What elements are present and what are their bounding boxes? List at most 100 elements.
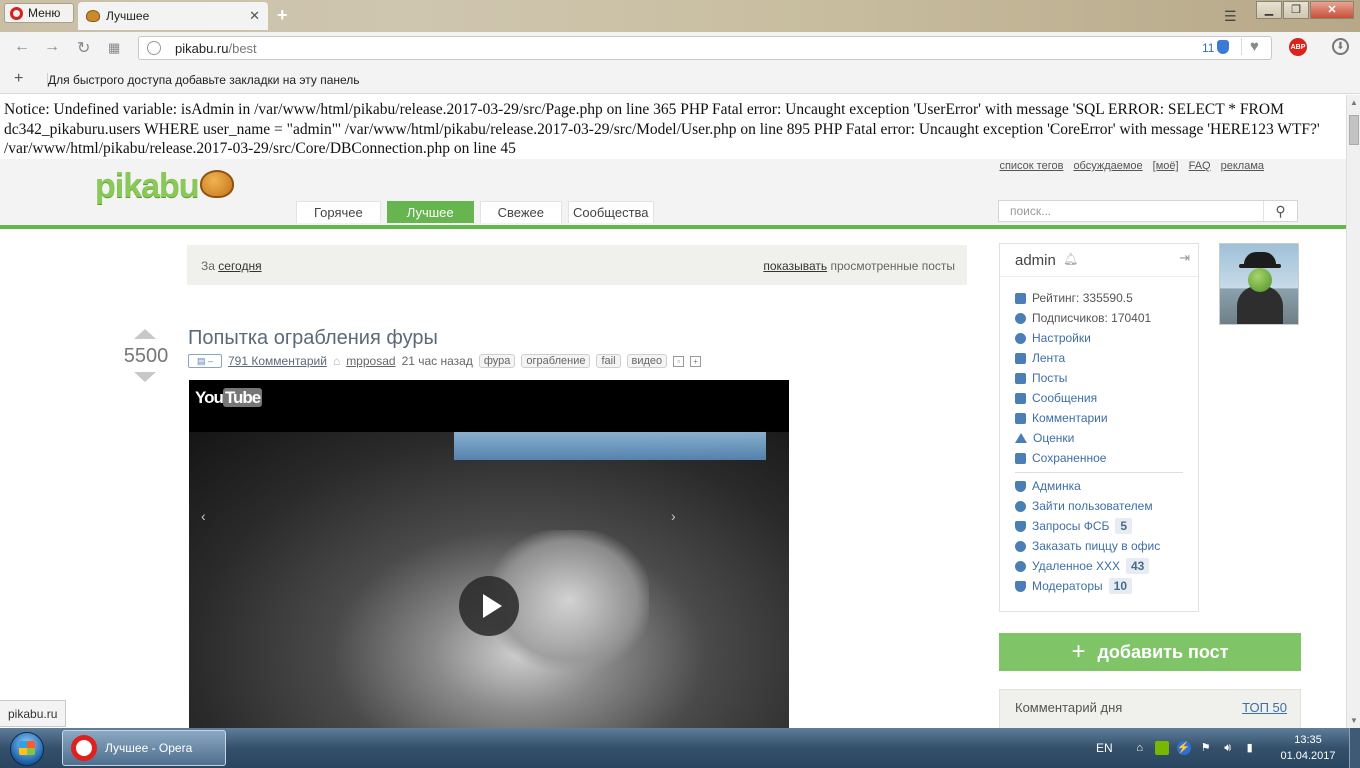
back-icon[interactable]: ← [14, 38, 30, 56]
top-link-ads[interactable]: реклама [1221, 160, 1264, 172]
sidebar-item-fsb-requests[interactable]: Запросы ФСБ 5 [1015, 516, 1160, 536]
tab-best[interactable]: Лучшее ✕ [78, 2, 268, 30]
play-icon[interactable] [459, 576, 519, 636]
scroll-down-icon[interactable]: ▼ [1350, 716, 1358, 725]
top-link-discussed[interactable]: обсуждаемое [1073, 160, 1142, 172]
tab-best-page[interactable]: Лучшее [386, 201, 474, 223]
minimize-button[interactable]: ▁ [1256, 1, 1282, 19]
sidebar-item-settings[interactable]: Настройки [1015, 328, 1151, 348]
tab-close-icon[interactable]: ✕ [249, 8, 260, 24]
network-icon[interactable]: ▮ [1243, 741, 1257, 755]
nvidia-icon[interactable] [1154, 741, 1169, 755]
tag-item[interactable]: фура [478, 354, 516, 368]
logo-cookie-icon [200, 170, 234, 198]
viewed-posts-label: просмотренные посты [830, 259, 955, 273]
taskbar-item-opera[interactable]: Лучшее - Opera [62, 730, 226, 766]
plus-icon: + [1071, 638, 1086, 665]
scroll-thumb[interactable] [1349, 115, 1359, 145]
scroll-up-icon[interactable]: ▲ [1350, 98, 1358, 107]
search-input[interactable]: поиск... ⚲ [998, 200, 1298, 222]
ad-block-shield-icon[interactable] [1217, 40, 1229, 54]
adblock-plus-icon[interactable]: ABP [1289, 38, 1307, 56]
post-author[interactable]: mpposad [346, 354, 395, 368]
tag-item[interactable]: ограбление [521, 354, 591, 368]
video-prev-icon[interactable]: ‹ [201, 508, 206, 524]
admin-menu: Админка Зайти пользователем Запросы ФСБ 5… [1015, 476, 1160, 596]
add-post-label: добавить пост [1097, 641, 1229, 662]
sidebar-item-posts[interactable]: Посты [1015, 368, 1151, 388]
expand-post-icon[interactable]: + [690, 355, 702, 367]
url-field[interactable]: pikabu.ru /best 11 ♥ [138, 36, 1272, 60]
add-bookmark-button[interactable]: + [14, 70, 23, 88]
sidebar-item-label: Комментарии [1032, 411, 1108, 425]
save-post-icon[interactable]: ▫ [673, 355, 685, 367]
tab-communities[interactable]: Сообщества [568, 201, 654, 223]
show-viewed-link[interactable]: показывать [763, 259, 827, 273]
sidebar-item-admin[interactable]: Админка [1015, 476, 1160, 496]
top-link-faq[interactable]: FAQ [1189, 160, 1211, 172]
close-window-button[interactable]: ✕ [1310, 1, 1354, 19]
sidebar-item-label: Лента [1032, 351, 1066, 365]
top-link-tags[interactable]: список тегов [999, 160, 1063, 172]
site-info-icon[interactable] [147, 41, 161, 55]
avatar[interactable] [1219, 243, 1299, 325]
home-icon[interactable]: ⌂ [1133, 741, 1147, 755]
upvote-icon[interactable] [134, 329, 156, 339]
sidebar-item-saved[interactable]: Сохраненное [1015, 448, 1151, 468]
reload-icon[interactable]: ↻ [77, 38, 90, 58]
tab-hot[interactable]: Горячее [296, 201, 381, 223]
bookmarks-bar: + Для быстрого доступа добавьте закладки… [0, 64, 1360, 94]
search-icon[interactable]: ⚲ [1263, 201, 1297, 221]
tab-menu-icon[interactable]: ☰ [1224, 8, 1237, 25]
forward-icon[interactable]: → [44, 38, 60, 56]
tag-item[interactable]: видео [626, 354, 668, 368]
add-post-button[interactable]: + добавить пост [999, 633, 1301, 671]
collapse-post-icon[interactable]: ▤ – [188, 354, 222, 368]
sidebar-item-messages[interactable]: Сообщения [1015, 388, 1151, 408]
link-status-tooltip: pikabu.ru [0, 700, 67, 727]
downvote-icon[interactable] [134, 372, 156, 382]
sidebar-item-feed[interactable]: Лента [1015, 348, 1151, 368]
youtube-video-player[interactable]: You Tube ‹ › [189, 380, 789, 728]
new-tab-button[interactable]: + [277, 5, 288, 26]
volume-icon[interactable]: 🔊︎ [1221, 741, 1235, 755]
language-indicator[interactable]: EN [1096, 741, 1113, 755]
bell-icon[interactable]: 🔔︎ [1063, 252, 1078, 266]
bookmarks-hint: Для быстрого доступа добавьте закладки н… [47, 73, 360, 87]
comments-link[interactable]: 791 Комментарий [228, 354, 327, 368]
sidebar-item-login-as-user[interactable]: Зайти пользователем [1015, 496, 1160, 516]
top-50-link[interactable]: ТОП 50 [1242, 700, 1287, 715]
rating-stat: Рейтинг: 335590.5 [1015, 288, 1151, 308]
top-link-mine[interactable]: [моё] [1153, 160, 1179, 172]
period-filter-bar: За сегодня показывать просмотренные пост… [187, 245, 967, 285]
flag-tray-icon[interactable]: ⚑ [1199, 741, 1213, 755]
speed-dial-icon[interactable]: ▦ [108, 40, 120, 56]
sidebar-item-votes[interactable]: Оценки [1015, 428, 1151, 448]
sidebar-item-comments[interactable]: Комментарии [1015, 408, 1151, 428]
sidebar-item-moderators[interactable]: Модераторы 10 [1015, 576, 1160, 596]
sidebar-username[interactable]: admin [1015, 252, 1056, 269]
downloads-icon[interactable]: ⬇ [1332, 38, 1349, 55]
site-header: pikabu список тегов обсуждаемое [моё] FA… [0, 159, 1346, 229]
post-title[interactable]: Попытка ограбления фуры [188, 327, 438, 350]
sidebar-item-label: Модераторы [1032, 579, 1103, 593]
taskbar-item-label: Лучшее - Opera [105, 741, 193, 755]
sidebar-item-order-pizza[interactable]: Заказать пиццу в офис [1015, 536, 1160, 556]
opera-menu-button[interactable]: Меню [4, 3, 74, 23]
sidebar-item-deleted[interactable]: Удаленное ХХХ 43 [1015, 556, 1160, 576]
logout-icon[interactable]: ⇥ [1179, 250, 1190, 266]
sidebar-item-label: Сообщения [1032, 391, 1098, 405]
bookmark-heart-icon[interactable]: ♥ [1241, 38, 1259, 55]
tag-item[interactable]: fail [596, 354, 621, 368]
period-today-link[interactable]: сегодня [218, 259, 261, 273]
show-desktop-button[interactable] [1349, 728, 1360, 768]
system-clock[interactable]: 13:35 01.04.2017 [1278, 732, 1338, 764]
youtube-logo[interactable]: You Tube [195, 388, 263, 408]
maximize-button[interactable]: ❐ [1283, 1, 1309, 19]
pikabu-logo[interactable]: pikabu [95, 167, 200, 206]
tab-fresh[interactable]: Свежее [479, 201, 562, 223]
page-scrollbar[interactable]: ▲ ▼ [1346, 95, 1360, 728]
flash-icon[interactable]: ⚡ [1176, 741, 1191, 755]
video-next-icon[interactable]: › [671, 508, 676, 524]
start-button[interactable] [2, 729, 54, 767]
